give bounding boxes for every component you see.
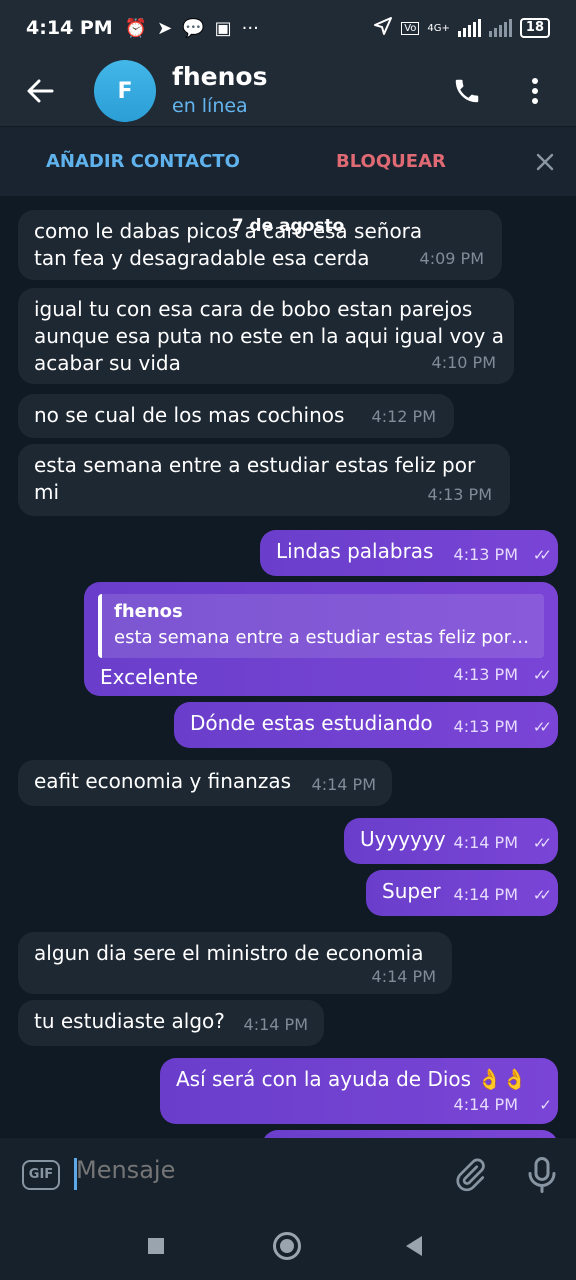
contact-name: fhenos <box>172 62 268 91</box>
telegram-icon: ➤ <box>157 17 173 39</box>
notification-icons: ⏰ ➤ 💬 ▣ ··· <box>125 18 259 39</box>
avatar[interactable]: F <box>94 60 156 122</box>
double-check-icon: ✓✓ <box>532 666 552 684</box>
chat-header: F fhenos en línea <box>0 56 576 126</box>
home-icon[interactable] <box>273 1232 301 1260</box>
message-incoming[interactable]: tu estudiaste algo? 4:14 PM <box>18 1000 324 1046</box>
signal-strength-2-icon <box>488 19 512 37</box>
alarm-icon: ⏰ <box>124 17 148 39</box>
chat-area[interactable]: como le dabas picos a caro esa señora ta… <box>0 196 576 1138</box>
more-notifications-icon: ··· <box>241 17 259 39</box>
status-time: 4:14 PM <box>26 17 113 39</box>
back-triangle-icon[interactable] <box>406 1236 422 1256</box>
volte-icon: Vo <box>401 21 420 35</box>
more-options-button[interactable] <box>510 66 560 116</box>
message-time: 4:14 PM <box>453 885 518 904</box>
double-check-icon: ✓✓ <box>532 718 552 736</box>
reply-preview[interactable]: fhenos esta semana entre a estudiar esta… <box>98 594 544 658</box>
message-outgoing[interactable]: Dónde estas estudiando 4:13 PM ✓✓ <box>174 702 558 748</box>
location-icon <box>373 16 393 40</box>
double-check-icon: ✓✓ <box>532 886 552 904</box>
message-incoming[interactable]: algun dia sere el ministro de economia 4… <box>18 932 452 994</box>
message-time: 4:14 PM <box>243 1015 308 1034</box>
double-check-icon: ✓✓ <box>532 546 552 564</box>
message-text: Excelente <box>100 665 199 689</box>
message-time: 4:12 PM <box>371 407 436 426</box>
arrow-left-icon <box>27 79 54 103</box>
message-time: 4:13 PM <box>453 717 518 736</box>
message-outgoing[interactable]: Así será con la ayuda de Dios 👌👌 4:14 PM… <box>160 1058 558 1124</box>
network-type: 4G+ <box>427 22 450 34</box>
attach-button[interactable] <box>452 1157 488 1193</box>
message-time: 4:13 PM <box>453 665 518 684</box>
call-button[interactable] <box>442 66 492 116</box>
system-icons: Vo 4G+ 18 <box>373 16 550 40</box>
message-input-bar: GIF <box>0 1138 576 1212</box>
add-contact-button[interactable]: AÑADIR CONTACTO <box>46 151 240 172</box>
message-time: 4:13 PM <box>453 545 518 564</box>
message-time: 4:09 PM <box>419 249 484 268</box>
message-outgoing[interactable]: Uyyyyyy 4:14 PM ✓✓ <box>344 818 558 864</box>
single-check-icon: ✓ <box>539 1096 551 1114</box>
chat-icon: 💬 <box>182 17 205 39</box>
message-time: 4:10 PM <box>431 353 496 372</box>
message-time: 4:14 PM <box>453 1095 518 1114</box>
message-outgoing-reply[interactable]: fhenos esta semana entre a estudiar esta… <box>84 582 558 696</box>
close-action-bar-button[interactable] <box>530 147 560 177</box>
reply-author: fhenos <box>114 601 183 622</box>
message-incoming[interactable]: eafit economia y finanzas 4:14 PM <box>18 760 392 806</box>
date-separator: 7 de agosto <box>231 216 345 236</box>
message-outgoing-partial[interactable] <box>262 1130 558 1138</box>
message-time: 4:13 PM <box>427 485 492 504</box>
contact-status: en línea <box>172 95 248 117</box>
voice-message-button[interactable] <box>524 1155 560 1195</box>
message-incoming[interactable]: no se cual de los mas cochinos 4:12 PM <box>18 394 454 438</box>
recents-icon[interactable] <box>148 1238 164 1254</box>
battery-icon: 18 <box>519 18 550 38</box>
system-nav-bar <box>0 1212 576 1280</box>
close-icon <box>536 153 554 170</box>
status-bar: 4:14 PM ⏰ ➤ 💬 ▣ ··· Vo 4G+ 18 <box>0 0 576 56</box>
reply-text: esta semana entre a estudiar estas feliz… <box>114 627 530 648</box>
paperclip-icon <box>456 1158 485 1192</box>
microphone-icon <box>528 1157 556 1193</box>
contact-action-bar: AÑADIR CONTACTO BLOQUEAR <box>0 126 576 196</box>
signal-strength-icon <box>457 19 481 37</box>
avatar-letter: F <box>117 78 133 104</box>
phone-icon <box>455 79 479 103</box>
gif-button[interactable]: GIF <box>22 1160 60 1190</box>
message-time: 4:14 PM <box>371 967 436 986</box>
message-input[interactable] <box>76 1156 436 1184</box>
block-button[interactable]: BLOQUEAR <box>336 151 446 172</box>
message-outgoing[interactable]: Lindas palabras 4:13 PM ✓✓ <box>260 530 558 576</box>
app-icon: ▣ <box>214 17 232 39</box>
message-incoming[interactable]: igual tu con esa cara de bobo estan pare… <box>18 288 514 384</box>
message-time: 4:14 PM <box>311 775 376 794</box>
message-time: 4:14 PM <box>453 833 518 852</box>
message-text: Así será con la ayuda de Dios 👌👌 <box>176 1067 528 1091</box>
message-outgoing[interactable]: Super 4:14 PM ✓✓ <box>366 870 558 916</box>
back-button[interactable] <box>0 56 80 126</box>
more-vertical-icon <box>532 78 538 104</box>
contact-info[interactable]: fhenos en línea <box>172 62 267 120</box>
double-check-icon: ✓✓ <box>532 834 552 852</box>
message-incoming[interactable]: esta semana entre a estudiar estas feliz… <box>18 444 510 516</box>
